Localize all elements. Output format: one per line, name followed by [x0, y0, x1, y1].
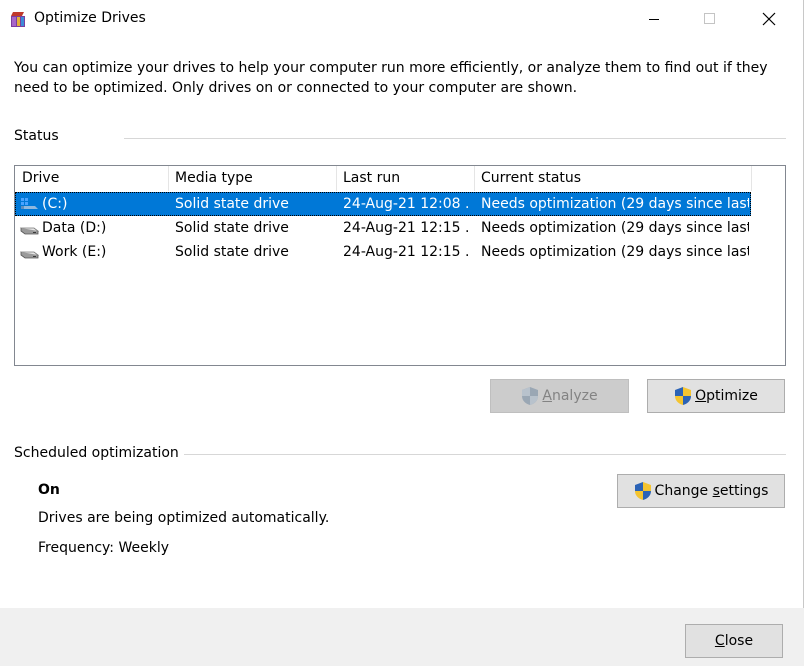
schedule-frequency: Frequency: Weekly: [38, 540, 170, 556]
defrag-app-icon: [11, 12, 25, 27]
last-run: 24-Aug-21 12:08 ...: [343, 196, 471, 212]
column-header-drive[interactable]: Drive: [15, 166, 168, 191]
drive-name: Work (E:): [42, 244, 107, 260]
current-status: Needs optimization (29 days since last..…: [481, 196, 749, 212]
analyze-access-key: A: [542, 388, 552, 404]
change-settings-button[interactable]: Change settings: [617, 474, 785, 508]
change-settings-access-key: s: [712, 483, 720, 499]
close-access-key: C: [714, 633, 725, 649]
list-header: Drive Media type Last run Current status: [15, 166, 785, 191]
media-type: Solid state drive: [175, 244, 289, 260]
drive-row-e[interactable]: Work (E:) Solid state drive 24-Aug-21 12…: [15, 240, 751, 264]
media-type: Solid state drive: [175, 196, 289, 212]
status-divider: [124, 138, 786, 139]
drive-list[interactable]: Drive Media type Last run Current status…: [14, 165, 786, 366]
close-label: lose: [724, 633, 754, 649]
schedule-description: Drives are being optimized automatically…: [38, 510, 330, 526]
current-status: Needs optimization (29 days since last..…: [481, 220, 749, 236]
maximize-button: [687, 0, 733, 38]
drive-row-d[interactable]: Data (D:) Solid state drive 24-Aug-21 12…: [15, 216, 751, 240]
uac-shield-icon: [522, 387, 539, 405]
optimize-button[interactable]: Optimize: [647, 379, 785, 413]
minimize-icon: [649, 19, 659, 20]
dialog-footer: [0, 608, 804, 666]
drive-name: Data (D:): [42, 220, 107, 236]
drive-row-c[interactable]: (C:) Solid state drive 24-Aug-21 12:08 .…: [15, 192, 751, 216]
window-title: Optimize Drives: [34, 10, 146, 26]
optimize-drives-window: Optimize Drives You can optimize your dr…: [0, 0, 804, 666]
uac-shield-icon: [634, 482, 651, 500]
column-header-media-type[interactable]: Media type: [168, 166, 336, 191]
windows-drive-icon: [21, 198, 38, 209]
intro-text: You can optimize your drives to help you…: [14, 60, 768, 96]
last-run: 24-Aug-21 12:15 ...: [343, 220, 471, 236]
close-button[interactable]: Close: [685, 624, 783, 658]
drive-icon: [19, 251, 39, 259]
schedule-state: On: [38, 482, 60, 498]
status-heading: Status: [14, 128, 59, 144]
drive-name: (C:): [42, 196, 68, 212]
analyze-label: nalyze: [551, 388, 598, 404]
column-header-current-status[interactable]: Current status: [474, 166, 751, 191]
analyze-button[interactable]: Analyze: [490, 379, 629, 413]
media-type: Solid state drive: [175, 220, 289, 236]
scheduled-optimization-heading: Scheduled optimization: [14, 445, 179, 461]
optimize-access-key: O: [695, 388, 707, 404]
change-settings-label-rest: ettings: [719, 483, 769, 499]
uac-shield-icon: [675, 387, 692, 405]
column-header-last-run[interactable]: Last run: [336, 166, 474, 191]
drive-icon: [19, 227, 39, 235]
title-bar[interactable]: Optimize Drives: [0, 0, 804, 38]
schedule-divider: [184, 454, 786, 455]
maximize-icon: [704, 13, 715, 24]
close-icon: [762, 12, 776, 26]
change-settings-label-pre: Change: [654, 483, 713, 499]
current-status: Needs optimization (29 days since last..…: [481, 244, 749, 260]
close-window-button[interactable]: [746, 0, 792, 38]
minimize-button[interactable]: [631, 0, 677, 38]
column-separator: [751, 166, 752, 191]
optimize-label: ptimize: [706, 388, 758, 404]
last-run: 24-Aug-21 12:15 ...: [343, 244, 471, 260]
